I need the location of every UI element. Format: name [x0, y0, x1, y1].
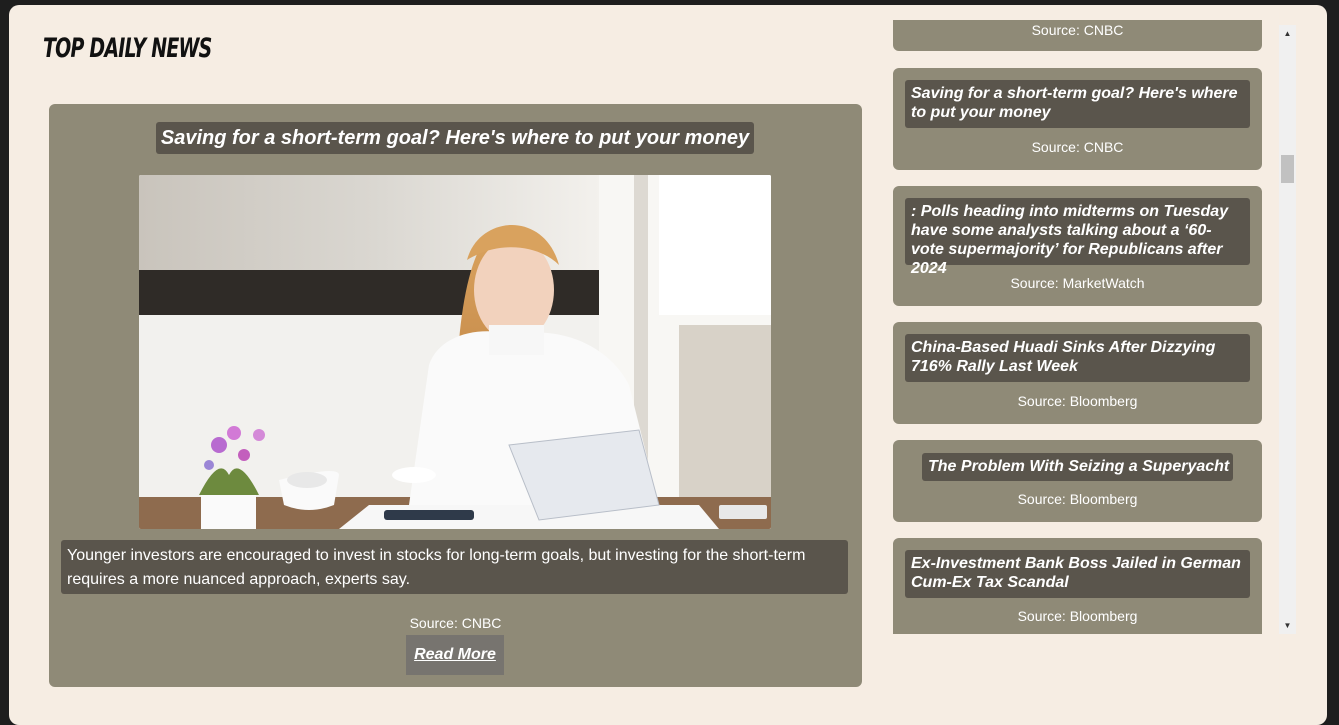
featured-source: Source: CNBC	[409, 615, 502, 631]
scroll-up-arrow-icon[interactable]: ▲	[1279, 25, 1296, 42]
news-card-title[interactable]: China-Based Huadi Sinks After Dizzying 7…	[905, 334, 1250, 382]
read-more-button[interactable]: Read More	[406, 635, 504, 675]
news-card-source: Source: Bloomberg	[1017, 393, 1138, 409]
news-card[interactable]: China-Based Huadi Sinks After Dizzying 7…	[893, 322, 1262, 424]
news-card-title[interactable]: The Problem With Seizing a Superyacht	[922, 453, 1233, 481]
news-card-title[interactable]: Saving for a short-term goal? Here's whe…	[905, 80, 1250, 128]
news-card[interactable]: Ex-Investment Bank Boss Jailed in German…	[893, 538, 1262, 634]
news-card[interactable]: Saving for a short-term goal? Here's whe…	[893, 68, 1262, 170]
sidebar-scrollbar[interactable]: ▲ ▼	[1279, 25, 1296, 634]
news-card[interactable]: Source: CNBC	[893, 20, 1262, 51]
news-card[interactable]: : Polls heading into midterms on Tuesday…	[893, 186, 1262, 306]
news-sidebar-list[interactable]: Source: CNBC Saving for a short-term goa…	[893, 20, 1296, 634]
news-card-source: Source: CNBC	[1031, 139, 1124, 155]
news-card-source: Source: Bloomberg	[1017, 608, 1138, 624]
page-title: TOP DAILY NEWS	[43, 33, 212, 64]
news-card-source: Source: CNBC	[1031, 22, 1124, 38]
featured-photo	[139, 175, 771, 529]
news-card-source: Source: Bloomberg	[1017, 491, 1138, 507]
scroll-down-arrow-icon[interactable]: ▼	[1279, 617, 1296, 634]
woman-with-tablet-image	[139, 175, 771, 529]
featured-title[interactable]: Saving for a short-term goal? Here's whe…	[156, 122, 754, 154]
news-card[interactable]: The Problem With Seizing a Superyacht So…	[893, 440, 1262, 522]
featured-description: Younger investors are encouraged to inve…	[61, 540, 848, 594]
news-card-title[interactable]: : Polls heading into midterms on Tuesday…	[905, 198, 1250, 277]
featured-article: Saving for a short-term goal? Here's whe…	[49, 104, 862, 687]
news-card-title[interactable]: Ex-Investment Bank Boss Jailed in German…	[905, 550, 1250, 598]
scroll-thumb[interactable]	[1281, 155, 1294, 183]
news-card-source: Source: MarketWatch	[1010, 275, 1145, 291]
